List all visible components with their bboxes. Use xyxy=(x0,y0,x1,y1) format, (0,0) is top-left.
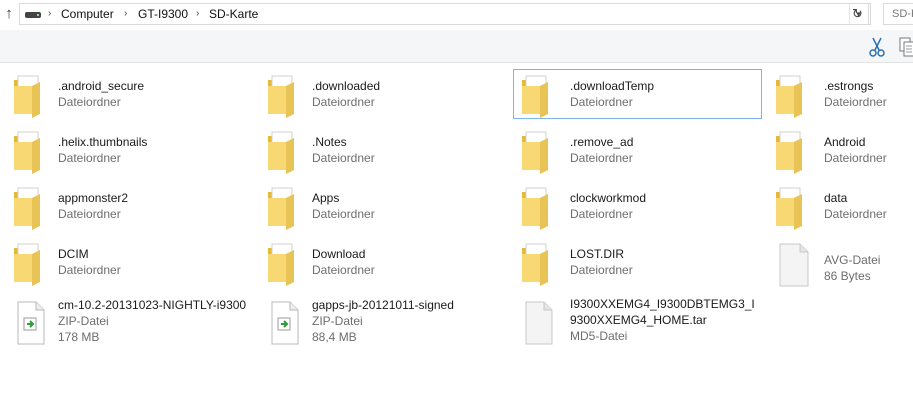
item-name: .remove_ad xyxy=(570,135,634,149)
item-type: Dateiordner xyxy=(58,207,121,221)
item-name: .android_secure xyxy=(58,79,145,93)
item-name: AVG-Datei xyxy=(824,253,881,267)
item-name: Apps xyxy=(312,191,340,205)
item-type: Dateiordner xyxy=(570,207,633,221)
copy-icon[interactable] xyxy=(898,36,913,58)
chevron-right-icon[interactable]: › xyxy=(196,8,199,20)
folder-icon xyxy=(776,75,802,118)
folder-icon xyxy=(522,243,548,286)
breadcrumb-computer[interactable]: Computer xyxy=(61,8,114,21)
folder-item[interactable]: .helix.thumbnails Dateiordner xyxy=(9,125,258,175)
item-name: Android xyxy=(824,135,866,149)
folder-item[interactable]: Android Dateiordner xyxy=(771,125,913,175)
folder-item[interactable]: DCIM Dateiordner xyxy=(9,237,258,287)
item-name: DCIM xyxy=(58,247,89,261)
item-type: Dateiordner xyxy=(570,263,633,277)
item-size: 86 Bytes xyxy=(824,269,871,283)
folder-icon xyxy=(268,75,294,118)
address-bar[interactable]: › Computer › GT-I9300 › SD-Karte ▾ xyxy=(19,3,871,25)
file-list: .android_secure Dateiordner .downloaded … xyxy=(0,63,913,402)
folder-icon xyxy=(522,187,548,230)
folder-icon xyxy=(776,131,802,174)
address-bar-row: ↑ › Computer › GT-I9300 › SD-Karte ▾ ↻ S… xyxy=(0,0,913,30)
item-name: .helix.thumbnails xyxy=(58,135,148,149)
item-name: I9300XXEMG4_I9300DBTEMG3_I9300XXEMG4_HOM… xyxy=(570,297,755,327)
item-size: 178 MB xyxy=(58,330,100,344)
folder-icon xyxy=(14,243,40,286)
item-type: ZIP-Datei xyxy=(58,314,109,328)
scissors-icon[interactable] xyxy=(868,36,886,58)
folder-item[interactable]: appmonster2 Dateiordner xyxy=(9,181,258,231)
item-name: clockworkmod xyxy=(570,191,647,205)
folder-item[interactable]: Download Dateiordner xyxy=(263,237,512,287)
folder-item-selected[interactable]: .downloadTemp Dateiordner xyxy=(513,69,762,119)
breadcrumb-sd-card[interactable]: SD-Karte xyxy=(209,8,258,21)
folder-item[interactable]: .Notes Dateiordner xyxy=(263,125,512,175)
item-type: Dateiordner xyxy=(58,151,121,165)
zip-file-icon xyxy=(17,301,45,345)
item-type: Dateiordner xyxy=(570,151,633,165)
folder-icon xyxy=(776,187,802,230)
chevron-right-icon[interactable]: › xyxy=(124,8,127,20)
item-name: Download xyxy=(312,247,366,261)
item-name: cm-10.2-20131023-NIGHTLY-i9300 xyxy=(58,298,247,312)
item-name: .downloaded xyxy=(312,79,381,93)
item-name: .estrongs xyxy=(824,79,874,93)
folder-item[interactable]: .estrongs Dateiordner xyxy=(771,69,913,119)
folder-item[interactable]: .android_secure Dateiordner xyxy=(9,69,258,119)
item-type: Dateiordner xyxy=(312,151,375,165)
item-type: Dateiordner xyxy=(570,95,633,109)
folder-icon xyxy=(522,131,548,174)
chevron-right-icon[interactable]: › xyxy=(48,8,51,20)
item-type: Dateiordner xyxy=(824,95,887,109)
item-type: Dateiordner xyxy=(824,151,887,165)
folder-item[interactable]: Apps Dateiordner xyxy=(263,181,512,231)
item-name: .Notes xyxy=(312,135,347,149)
item-name: gapps-jb-20121011-signed xyxy=(312,298,454,312)
refresh-button[interactable]: ↻ xyxy=(847,3,869,25)
file-item[interactable]: AVG-Datei 86 Bytes xyxy=(771,237,913,287)
toolbar xyxy=(0,30,913,63)
file-icon xyxy=(525,301,553,345)
item-type: Dateiordner xyxy=(312,207,375,221)
item-type: Dateiordner xyxy=(58,95,121,109)
drive-icon xyxy=(25,12,41,18)
folder-icon xyxy=(268,243,294,286)
folder-icon xyxy=(268,131,294,174)
folder-item[interactable]: data Dateiordner xyxy=(771,181,913,231)
zip-file-item[interactable]: cm-10.2-20131023-NIGHTLY-i9300 ZIP-Datei… xyxy=(9,291,258,351)
md5-file-item[interactable]: I9300XXEMG4_I9300DBTEMG3_I9300XXEMG4_HOM… xyxy=(517,291,766,351)
folder-item[interactable]: clockworkmod Dateiordner xyxy=(517,181,766,231)
up-arrow-icon[interactable]: ↑ xyxy=(3,6,15,22)
item-size: 88,4 MB xyxy=(312,330,357,344)
folder-icon xyxy=(14,187,40,230)
item-name: .downloadTemp xyxy=(570,79,655,93)
item-type: MD5-Datei xyxy=(570,329,628,343)
breadcrumb-device[interactable]: GT-I9300 xyxy=(138,8,188,21)
item-name: appmonster2 xyxy=(58,191,129,205)
zip-file-item[interactable]: gapps-jb-20121011-signed ZIP-Datei 88,4 … xyxy=(263,291,512,351)
item-type: ZIP-Datei xyxy=(312,314,363,328)
file-icon xyxy=(779,243,809,287)
folder-icon xyxy=(522,75,548,118)
folder-item[interactable]: LOST.DIR Dateiordner xyxy=(517,237,766,287)
zip-file-icon xyxy=(271,301,299,345)
search-input[interactable]: SD-K xyxy=(883,3,913,25)
item-type: Dateiordner xyxy=(312,95,375,109)
item-name: LOST.DIR xyxy=(570,247,625,261)
folder-item[interactable]: .downloaded Dateiordner xyxy=(263,69,512,119)
item-name: data xyxy=(824,191,848,205)
folder-icon xyxy=(14,75,40,118)
item-type: Dateiordner xyxy=(312,263,375,277)
folder-icon xyxy=(14,131,40,174)
item-type: Dateiordner xyxy=(824,207,887,221)
folder-icon xyxy=(268,187,294,230)
item-type: Dateiordner xyxy=(58,263,121,277)
folder-item[interactable]: .remove_ad Dateiordner xyxy=(517,125,766,175)
